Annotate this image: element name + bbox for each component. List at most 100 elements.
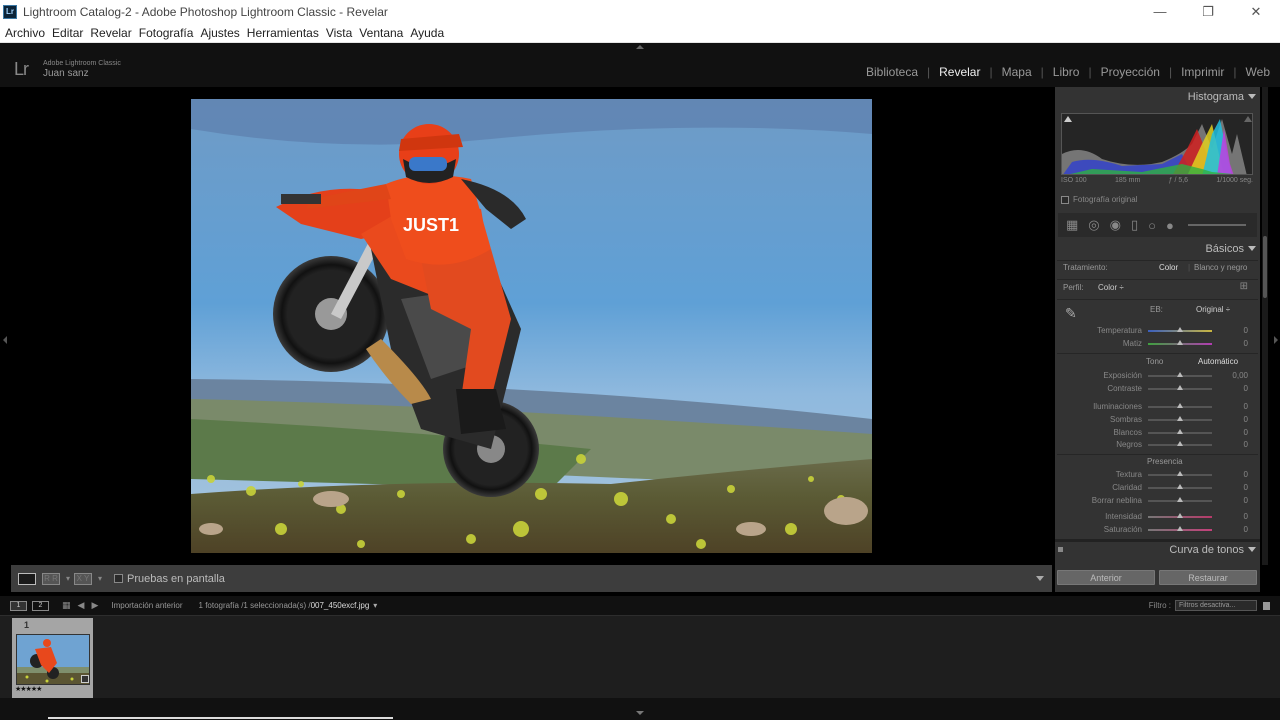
slider-track[interactable]	[1148, 372, 1212, 377]
slider-dehaze[interactable]: Borrar neblina 0	[1055, 494, 1260, 507]
right-panel-toggle-icon[interactable]	[1274, 336, 1278, 344]
slider-track[interactable]	[1148, 526, 1212, 531]
menu-revelar[interactable]: Revelar	[90, 26, 131, 40]
minimize-button[interactable]: —	[1136, 0, 1184, 23]
slider-track[interactable]	[1148, 441, 1212, 446]
slider-track[interactable]	[1148, 385, 1212, 390]
histogram-header[interactable]: Histograma	[1055, 87, 1260, 107]
module-proyeccion[interactable]: Proyección	[1101, 65, 1160, 79]
profile-select[interactable]: Color ÷	[1098, 283, 1124, 292]
slider-value[interactable]: 0	[1244, 428, 1248, 437]
red-eye-icon[interactable]: ◉	[1110, 217, 1121, 233]
slider-thumb[interactable]	[1177, 497, 1183, 502]
slider-thumb[interactable]	[1177, 403, 1183, 408]
menu-vista[interactable]: Vista	[326, 26, 352, 40]
auto-tone-button[interactable]: Automático	[1198, 357, 1238, 366]
chevron-down-icon[interactable]: ▾	[66, 574, 70, 583]
bottom-panel-toggle-icon[interactable]	[636, 711, 644, 715]
slider-track[interactable]	[1148, 403, 1212, 408]
slider-value[interactable]: 0	[1244, 415, 1248, 424]
slider-track[interactable]	[1148, 340, 1212, 345]
original-photo-toggle[interactable]: Fotografía original	[1061, 195, 1137, 204]
slider-saturation[interactable]: Saturación 0	[1055, 523, 1260, 536]
slider-thumb[interactable]	[1177, 429, 1183, 434]
toolbar-options-chevron-icon[interactable]	[1036, 576, 1044, 581]
profile-browser-icon[interactable]: ⊞	[1240, 281, 1248, 292]
slider-track[interactable]	[1148, 497, 1212, 502]
slider-track[interactable]	[1148, 471, 1212, 476]
slider-thumb[interactable]	[1177, 526, 1183, 531]
slider-texture[interactable]: Textura 0	[1055, 468, 1260, 481]
crop-grid-icon[interactable]: ▦	[1066, 217, 1078, 233]
chevron-down-icon[interactable]: ▾	[373, 601, 377, 610]
slider-highlights[interactable]: Iluminaciones 0	[1055, 400, 1260, 413]
wb-select[interactable]: Original ÷	[1196, 305, 1230, 314]
top-panel-toggle-icon[interactable]	[636, 45, 644, 49]
image-view[interactable]: JUST1	[11, 87, 1052, 565]
thumbnail-image[interactable]	[16, 634, 90, 685]
main-window-button[interactable]: 1	[10, 600, 27, 611]
slider-temperature[interactable]: Temperatura 0	[1055, 324, 1260, 337]
slider-contrast[interactable]: Contraste 0	[1055, 382, 1260, 395]
menu-ajustes[interactable]: Ajustes	[200, 26, 239, 40]
slider-blacks[interactable]: Negros 0	[1055, 438, 1260, 451]
module-revelar[interactable]: Revelar	[939, 65, 980, 79]
slider-track[interactable]	[1148, 429, 1212, 434]
slider-value[interactable]: 0	[1244, 384, 1248, 393]
current-filename[interactable]: 007_450excf.jpg	[311, 601, 370, 610]
chevron-down-icon[interactable]: ▾	[98, 574, 102, 583]
slider-thumb[interactable]	[1177, 441, 1183, 446]
radial-filter-icon[interactable]: ○	[1148, 218, 1156, 233]
soft-proof-checkbox[interactable]	[114, 574, 124, 583]
collapse-triangle-icon[interactable]	[1248, 547, 1256, 552]
grid-view-icon[interactable]: ▦	[62, 600, 71, 611]
slider-thumb[interactable]	[1177, 471, 1183, 476]
source-label[interactable]: Importación anterior	[111, 601, 182, 610]
basics-header[interactable]: Básicos	[1055, 239, 1260, 259]
slider-value[interactable]: 0	[1244, 326, 1248, 335]
module-web[interactable]: Web	[1246, 65, 1270, 79]
tone-curve-header[interactable]: Curva de tonos	[1055, 540, 1260, 560]
before-after-rr-icon[interactable]: R R	[42, 572, 60, 585]
slider-shadows[interactable]: Sombras 0	[1055, 413, 1260, 426]
before-after-xy-icon[interactable]: X Y	[74, 572, 93, 585]
close-button[interactable]: ✕	[1232, 0, 1280, 23]
collapse-triangle-icon[interactable]	[1248, 246, 1256, 251]
brush-icon[interactable]: ●	[1166, 218, 1174, 233]
filter-select[interactable]: Filtros desactiva...	[1175, 600, 1257, 611]
menu-ayuda[interactable]: Ayuda	[410, 26, 444, 40]
histogram-graph[interactable]	[1061, 113, 1253, 175]
slider-value[interactable]: 0	[1244, 496, 1248, 505]
slider-track[interactable]	[1148, 327, 1212, 332]
previous-button[interactable]: Anterior	[1057, 570, 1155, 585]
left-panel-toggle-icon[interactable]	[3, 336, 7, 344]
slider-vibrance[interactable]: Intensidad 0	[1055, 510, 1260, 523]
slider-value[interactable]: 0	[1244, 525, 1248, 534]
original-photo-checkbox[interactable]	[1061, 195, 1069, 204]
slider-track[interactable]	[1148, 416, 1212, 421]
slider-thumb[interactable]	[1177, 416, 1183, 421]
scrollbar-thumb[interactable]	[1263, 236, 1267, 298]
slider-thumb[interactable]	[1177, 513, 1183, 518]
slider-thumb[interactable]	[1177, 372, 1183, 377]
graduated-filter-icon[interactable]: ▯	[1131, 217, 1138, 233]
star-rating[interactable]: ★★★★★	[15, 685, 42, 693]
slider-value[interactable]: 0	[1244, 483, 1248, 492]
forward-arrow-icon[interactable]: ▶	[91, 600, 98, 611]
module-libro[interactable]: Libro	[1053, 65, 1080, 79]
slider-tint[interactable]: Matiz 0	[1055, 337, 1260, 350]
slider-value[interactable]: 0	[1244, 339, 1248, 348]
slider-thumb[interactable]	[1177, 484, 1183, 489]
second-window-button[interactable]: 2	[32, 600, 49, 611]
slider-thumb[interactable]	[1177, 327, 1183, 332]
module-biblioteca[interactable]: Biblioteca	[866, 65, 918, 79]
lock-icon[interactable]	[1263, 601, 1270, 610]
slider-value[interactable]: 0	[1244, 512, 1248, 521]
slider-track[interactable]	[1148, 484, 1212, 489]
slider-value[interactable]: 0	[1244, 470, 1248, 479]
slider-value[interactable]: 0	[1244, 440, 1248, 449]
tool-slider[interactable]	[1187, 224, 1246, 226]
menu-archivo[interactable]: Archivo	[5, 26, 45, 40]
treatment-bw[interactable]: Blanco y negro	[1194, 263, 1247, 272]
right-panel-scrollbar[interactable]	[1262, 87, 1268, 565]
